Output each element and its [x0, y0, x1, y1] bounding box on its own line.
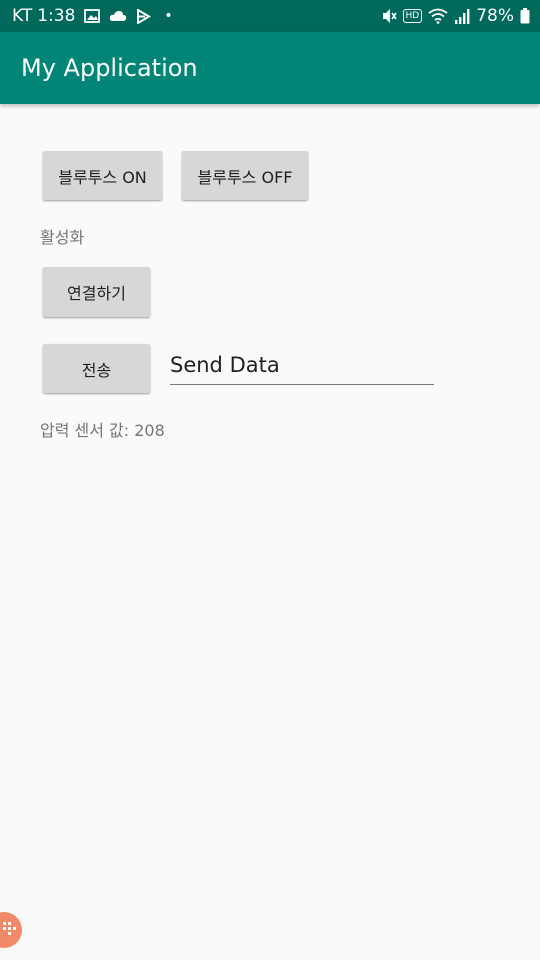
- grid-dots-icon: [1, 920, 17, 940]
- pressure-sensor-value: 압력 센서 값: 208: [40, 421, 165, 440]
- dot-icon: •: [164, 8, 173, 24]
- connect-button[interactable]: 연결하기: [43, 267, 150, 317]
- send-data-field[interactable]: [170, 344, 434, 385]
- status-left: KT 1:38 •: [12, 6, 173, 26]
- wifi-icon: [428, 8, 448, 24]
- status-right: HD 78%: [381, 6, 531, 26]
- app-title: My Application: [21, 54, 198, 82]
- clock: 1:38: [37, 6, 76, 26]
- battery-percent: 78%: [476, 6, 514, 26]
- bluetooth-on-button[interactable]: 블루투스 ON: [43, 151, 162, 200]
- play-store-icon: [136, 8, 152, 24]
- send-data-input[interactable]: [170, 350, 430, 380]
- status-bar: KT 1:38 • HD 78%: [0, 0, 540, 32]
- image-icon: [84, 9, 101, 23]
- battery-icon: [520, 8, 530, 24]
- bluetooth-off-button[interactable]: 블루투스 OFF: [182, 151, 308, 200]
- hd-icon: HD: [402, 9, 423, 23]
- signal-icon: [454, 8, 470, 24]
- carrier-label: KT: [12, 6, 33, 26]
- mute-icon: [381, 8, 397, 24]
- bluetooth-status-label: 활성화: [40, 228, 85, 247]
- send-button[interactable]: 전송: [43, 344, 150, 393]
- floating-assistant-button[interactable]: [0, 912, 22, 948]
- app-bar: My Application: [0, 32, 540, 104]
- cloud-icon: [109, 10, 127, 22]
